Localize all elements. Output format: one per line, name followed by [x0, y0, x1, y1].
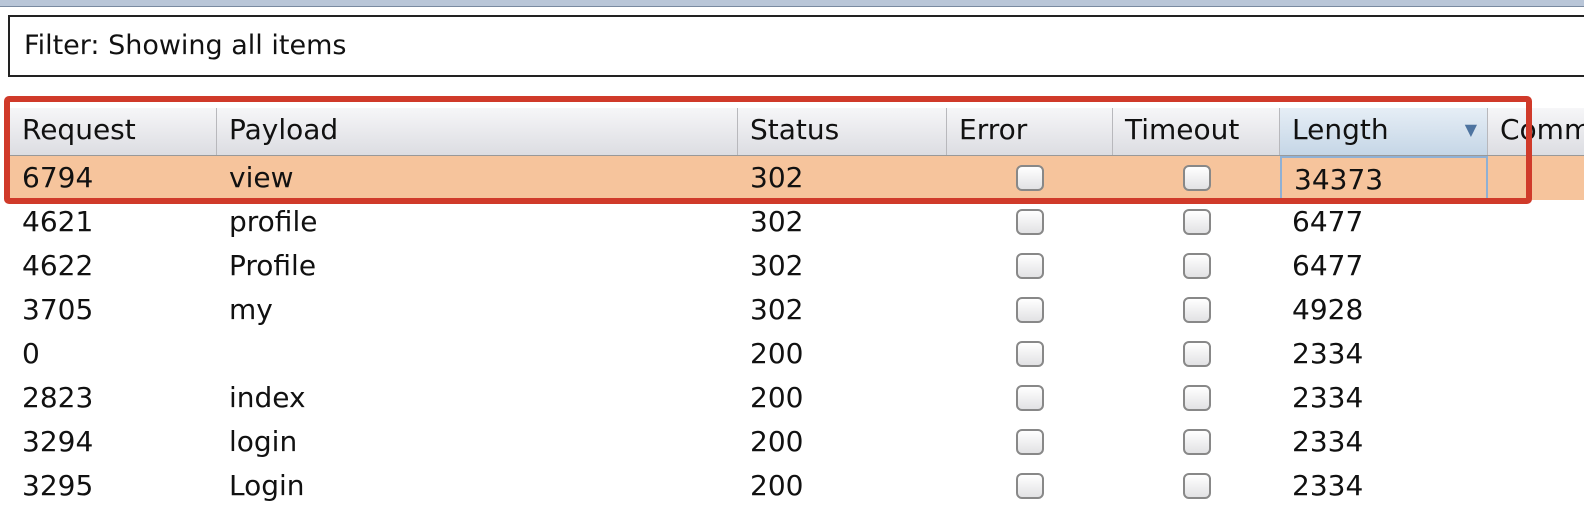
comment-cell — [1488, 288, 1584, 332]
timeout-checkbox[interactable] — [1182, 473, 1211, 499]
status-cell: 200 — [750, 381, 804, 414]
timeout-cell — [1113, 420, 1280, 464]
length-cell: 2334 — [1292, 469, 1364, 502]
status-cell: 200 — [750, 425, 804, 458]
timeout-checkbox[interactable] — [1182, 429, 1211, 455]
error-checkbox[interactable] — [1016, 341, 1044, 367]
error-checkbox[interactable] — [1016, 473, 1044, 499]
timeout-checkbox[interactable] — [1182, 253, 1211, 279]
comment-cell — [1488, 464, 1584, 508]
timeout-cell — [1113, 244, 1280, 288]
request-cell: 0 — [22, 337, 40, 370]
table-row[interactable]: 3294 login 200 2334 — [10, 420, 1584, 464]
filter-bar[interactable]: Filter: Showing all items — [8, 15, 1584, 77]
comment-cell — [1488, 200, 1584, 244]
length-cell: 2334 — [1292, 425, 1364, 458]
payload-cell: index — [229, 381, 306, 414]
results-table: Request Payload Status Error Timeout Len… — [10, 108, 1584, 508]
timeout-checkbox[interactable] — [1182, 385, 1211, 411]
timeout-checkbox[interactable] — [1182, 341, 1211, 367]
error-checkbox[interactable] — [1016, 209, 1044, 235]
length-cell: 4928 — [1292, 293, 1364, 326]
window-top-border — [0, 0, 1584, 7]
timeout-cell — [1113, 288, 1280, 332]
column-header-timeout[interactable]: Timeout — [1113, 108, 1280, 155]
error-cell — [947, 376, 1113, 420]
timeout-checkbox[interactable] — [1182, 297, 1211, 323]
comment-cell — [1488, 244, 1584, 288]
request-cell: 3295 — [22, 469, 94, 502]
error-checkbox[interactable] — [1016, 429, 1044, 455]
comment-cell — [1488, 376, 1584, 420]
comment-cell — [1488, 420, 1584, 464]
length-cell: 6477 — [1292, 205, 1364, 238]
column-header-length[interactable]: Length ▼ — [1280, 108, 1488, 155]
payload-cell: Profile — [229, 249, 317, 282]
status-cell: 200 — [750, 337, 804, 370]
sort-descending-icon: ▼ — [1464, 120, 1477, 139]
status-cell: 302 — [750, 249, 804, 282]
comment-cell — [1488, 332, 1584, 376]
table-row[interactable]: 3705 my 302 4928 — [10, 288, 1584, 332]
request-cell: 4621 — [22, 205, 94, 238]
error-checkbox[interactable] — [1016, 253, 1044, 279]
payload-cell: my — [229, 293, 273, 326]
table-row[interactable]: 6794 view 302 34373 — [10, 156, 1584, 200]
error-checkbox[interactable] — [1016, 297, 1044, 323]
payload-cell — [217, 332, 738, 376]
error-cell — [947, 200, 1113, 244]
status-cell: 302 — [750, 205, 804, 238]
column-header-request[interactable]: Request — [10, 108, 217, 155]
status-cell: 200 — [750, 469, 804, 502]
column-header-length-label: Length — [1292, 113, 1389, 146]
timeout-cell — [1113, 332, 1280, 376]
error-checkbox[interactable] — [1016, 385, 1044, 411]
request-cell: 2823 — [22, 381, 94, 414]
timeout-checkbox[interactable] — [1182, 165, 1211, 191]
table-header: Request Payload Status Error Timeout Len… — [10, 108, 1584, 156]
status-cell: 302 — [750, 161, 804, 194]
timeout-checkbox[interactable] — [1182, 209, 1211, 235]
column-header-error[interactable]: Error — [947, 108, 1113, 155]
error-cell — [947, 244, 1113, 288]
column-header-comment[interactable]: Comment — [1488, 108, 1584, 155]
error-cell — [947, 288, 1113, 332]
status-cell: 302 — [750, 293, 804, 326]
payload-cell: login — [229, 425, 298, 458]
error-cell — [947, 420, 1113, 464]
table-row[interactable]: 4621 profile 302 6477 — [10, 200, 1584, 244]
length-cell: 34373 — [1280, 156, 1488, 200]
error-cell — [947, 332, 1113, 376]
payload-cell: view — [229, 161, 294, 194]
request-cell: 3705 — [22, 293, 94, 326]
length-cell: 2334 — [1292, 381, 1364, 414]
table-row[interactable]: 2823 index 200 2334 — [10, 376, 1584, 420]
timeout-cell — [1113, 376, 1280, 420]
timeout-cell — [1113, 464, 1280, 508]
timeout-cell — [1113, 156, 1280, 200]
table-row[interactable]: 4622 Profile 302 6477 — [10, 244, 1584, 288]
table-row[interactable]: 0 200 2334 — [10, 332, 1584, 376]
payload-cell: Login — [229, 469, 305, 502]
column-header-payload[interactable]: Payload — [217, 108, 738, 155]
request-cell: 4622 — [22, 249, 94, 282]
error-cell — [947, 156, 1113, 200]
error-checkbox[interactable] — [1016, 165, 1044, 191]
timeout-cell — [1113, 200, 1280, 244]
request-cell: 3294 — [22, 425, 94, 458]
length-cell: 6477 — [1292, 249, 1364, 282]
payload-cell: profile — [229, 205, 318, 238]
column-header-status[interactable]: Status — [738, 108, 947, 155]
length-cell: 2334 — [1292, 337, 1364, 370]
error-cell — [947, 464, 1113, 508]
comment-cell — [1488, 156, 1584, 200]
table-row[interactable]: 3295 Login 200 2334 — [10, 464, 1584, 508]
request-cell: 6794 — [22, 161, 94, 194]
